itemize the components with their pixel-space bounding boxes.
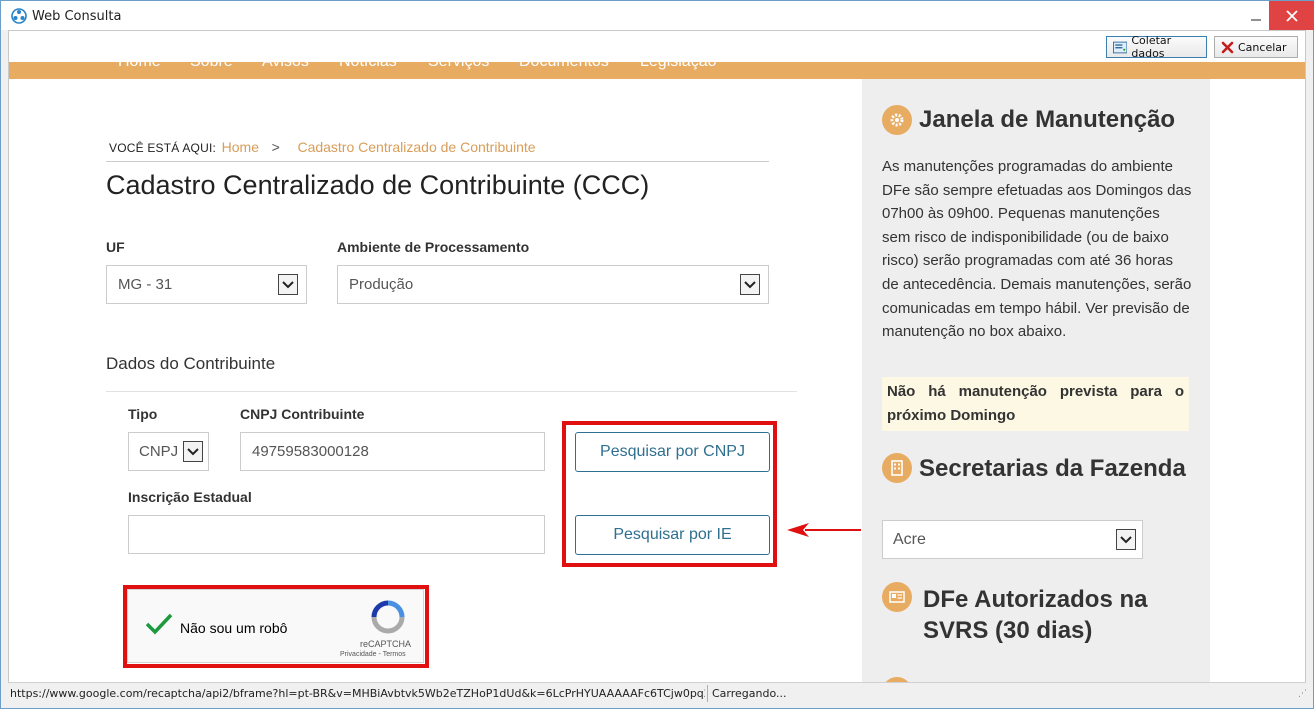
status-bar: https://www.google.com/recaptcha/api2/bf… [8,682,1307,703]
ambiente-select-value: Produção [349,276,414,293]
secretarias-title: Secretarias da Fazenda [919,455,1186,482]
minimize-button[interactable] [1241,1,1271,30]
breadcrumb-home-link[interactable]: Home [222,139,259,155]
collect-data-label: Coletar dados [1131,34,1172,60]
secretarias-select-value: Acre [893,531,926,548]
collect-data-button[interactable]: Coletar dados [1106,34,1207,60]
top-navbar: Home Sobre Avisos Notícias Serviços Docu… [9,62,1305,79]
nav-servicos[interactable]: Serviços [428,62,489,71]
close-window-button[interactable] [1269,1,1314,30]
gear-icon [882,105,912,135]
uf-label: UF [106,239,125,255]
recaptcha-widget: Não sou um robô reCAPTCHA Privacidade - … [127,589,424,663]
section-title-contribuinte: Dados do Contribuinte [106,354,276,373]
web-content: Home Sobre Avisos Notícias Serviços Docu… [8,62,1306,682]
breadcrumb-current: Cadastro Centralizado de Contribuinte [297,139,536,155]
nav-sobre[interactable]: Sobre [190,62,233,71]
dfe-title-line2: SVRS (30 dias) [923,617,1093,644]
secretarias-select[interactable]: Acre [882,520,1143,559]
sidebar: Janela de Manutenção As manutenções prog… [862,79,1210,682]
recaptcha-brand: reCAPTCHA [360,639,412,649]
maintenance-text: As manutenções programadas do ambiente D… [882,158,1192,341]
nav-documentos[interactable]: Documentos [519,62,609,71]
ambiente-select[interactable]: Produção [337,265,769,304]
ie-input[interactable] [128,515,545,554]
building-icon [882,453,912,483]
arrow-left-icon [787,523,861,537]
checkmark-icon[interactable] [144,612,174,636]
recaptcha-logo-icon [371,600,405,634]
cnpj-input-value: 49759583000128 [252,443,369,460]
nav-noticias[interactable]: Notícias [339,62,397,71]
chevron-down-icon [1116,529,1136,550]
status-url: https://www.google.com/recaptcha/api2/bf… [10,687,705,700]
minimize-icon [1251,19,1261,20]
recaptcha-label: Não sou um robô [180,620,288,636]
breadcrumb-label: VOCÊ ESTÁ AQUI: [109,141,217,155]
page-title: Cadastro Centralizado de Contribuinte (C… [106,170,650,200]
tipo-select-value: CNPJ [139,443,179,460]
cancel-label: Cancelar [1238,40,1287,54]
window-titlebar: Web Consulta [0,0,1314,30]
window-title: Web Consulta [32,9,122,24]
nav-legislacao[interactable]: Legislação [640,62,717,71]
recaptcha-terms-link[interactable]: Termos [383,651,406,658]
maintenance-notice: Não há manutenção prevista para o próxim… [882,377,1189,431]
maintenance-title: Janela de Manutenção [919,106,1176,133]
chevron-down-icon [278,274,298,295]
cnpj-input[interactable]: 49759583000128 [240,432,545,471]
status-loading: Carregando... [712,687,787,700]
recaptcha-links-separator: - [378,651,381,658]
status-divider [707,685,708,702]
collect-icon [1113,41,1128,53]
ie-label: Inscrição Estadual [128,489,252,505]
dfe-title: DFe Autorizados na SVRS (30 dias) [923,584,1147,646]
tipo-label: Tipo [128,406,158,422]
breadcrumb-divider [106,161,769,162]
dfe-title-line1: DFe Autorizados na [923,586,1148,613]
cnpj-label: CNPJ Contribuinte [240,406,365,422]
chevron-down-icon [183,441,203,462]
uf-select[interactable]: MG - 31 [106,265,307,304]
uf-select-value: MG - 31 [118,276,173,293]
cancel-button[interactable]: Cancelar [1214,36,1298,58]
breadcrumb: VOCÊ ESTÁ AQUI: Home > Cadastro Centrali… [109,139,536,155]
nav-avisos[interactable]: Avisos [262,62,309,71]
search-cnpj-button[interactable]: Pesquisar por CNPJ [575,432,770,472]
newspaper-icon [882,582,912,612]
cancel-x-icon [1221,41,1234,53]
close-icon [1286,9,1298,22]
section-divider [106,391,797,392]
ambiente-label: Ambiente de Processamento [337,239,530,255]
resize-grip-icon[interactable]: ⋰ [1298,689,1307,699]
recaptcha-privacy-link[interactable]: Privacidade [340,651,377,658]
nav-home[interactable]: Home [118,62,161,71]
app-icon [11,8,27,24]
tipo-select[interactable]: CNPJ [128,432,209,471]
search-ie-button[interactable]: Pesquisar por IE [575,515,770,555]
dialog-toolbar: Coletar dados Cancelar [8,30,1306,62]
chevron-down-icon [740,274,760,295]
breadcrumb-separator: > [271,139,280,155]
recaptcha-links: Privacidade - Termos [340,651,406,658]
